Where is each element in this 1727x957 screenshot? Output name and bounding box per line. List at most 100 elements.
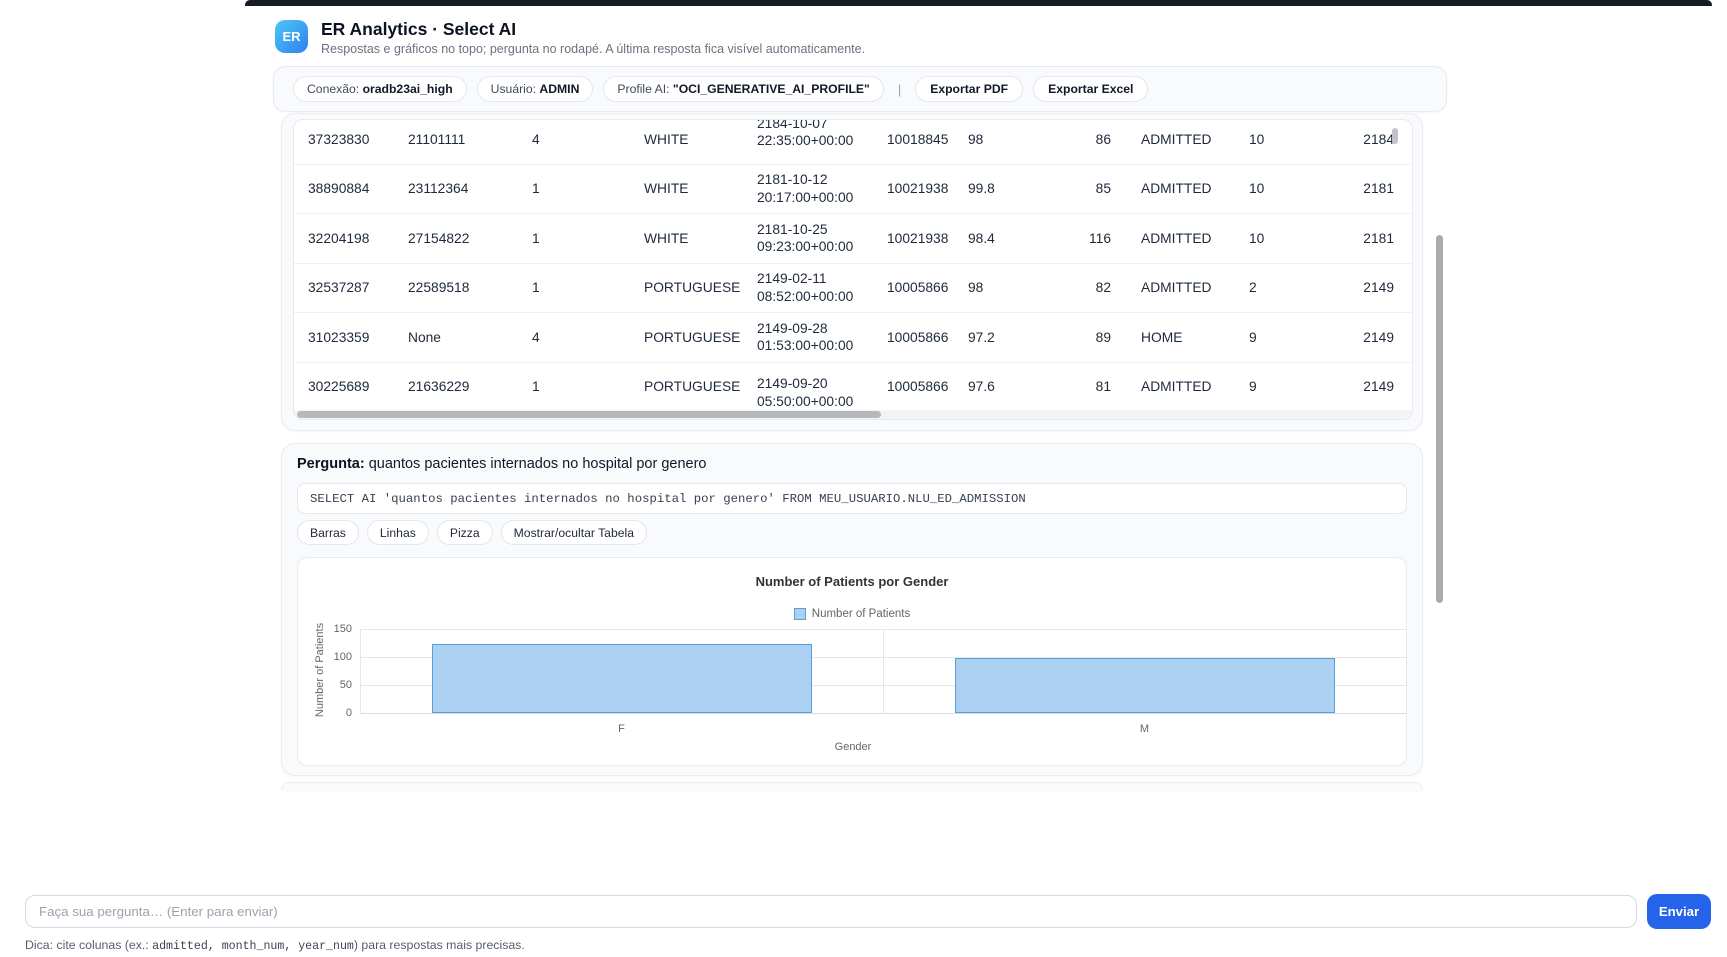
table-cell: 2149 — [1335, 329, 1413, 347]
x-tick-label: M — [1125, 723, 1165, 735]
table-cell: 38890884 — [294, 180, 394, 198]
table-cell: 10005866 — [873, 279, 954, 297]
table-cell: 10018845 — [873, 131, 954, 149]
table-cell: 2184-10-07 22:35:00+00:00 — [743, 119, 873, 150]
toolbar: Conexão: oradb23ai_high Usuário: ADMIN P… — [273, 66, 1447, 112]
question-line: Pergunta: quantos pacientes internados n… — [297, 456, 1407, 472]
page-scrollbar[interactable] — [1436, 235, 1443, 603]
table-cell: 27154822 — [394, 230, 518, 248]
table-cell: PORTUGUESE — [630, 279, 743, 297]
table-row: 30225689216362291PORTUGUESE2149-09-20 05… — [294, 363, 1412, 413]
table-cell: 10005866 — [873, 329, 954, 347]
bar-chart-card: Number of Patients por Gender Number of … — [297, 557, 1407, 766]
table-cell: 9 — [1235, 329, 1335, 347]
table-cell: 98 — [954, 279, 1014, 297]
toolbar-separator: | — [894, 82, 905, 97]
table-cell: 9 — [1235, 378, 1335, 396]
table-cell: 2149-09-28 01:53:00+00:00 — [743, 320, 873, 355]
question-input[interactable] — [25, 895, 1637, 928]
table-cell: 85 — [1014, 180, 1111, 198]
table-row: 37323830211011114WHITE2184-10-07 22:35:0… — [294, 119, 1412, 165]
sql-query-box: SELECT AI 'quantos pacientes internados … — [297, 483, 1407, 514]
chip-mostrar-ocultar-tabela[interactable]: Mostrar/ocultar Tabela — [501, 520, 647, 545]
table-cell: 4 — [518, 131, 630, 149]
gridline-y — [360, 713, 1406, 714]
chip-linhas[interactable]: Linhas — [367, 520, 429, 545]
question-text: quantos pacientes internados no hospital… — [365, 456, 707, 472]
chip-pizza[interactable]: Pizza — [437, 520, 493, 545]
gridline-x — [1406, 629, 1407, 713]
app-window: ER ER Analytics · Select AI Respostas e … — [0, 0, 1727, 957]
table-cell: 2184 — [1335, 131, 1413, 149]
table-cell: 1 — [518, 279, 630, 297]
table-cell: 98.4 — [954, 230, 1014, 248]
table-cell: 2149 — [1335, 378, 1413, 396]
table-cell: 86 — [1014, 131, 1111, 149]
table-cell: 81 — [1014, 378, 1111, 396]
table-cell: WHITE — [630, 230, 743, 248]
table-cell: 116 — [1014, 230, 1111, 248]
table-cell: 98 — [954, 131, 1014, 149]
table-cell: 10 — [1235, 180, 1335, 198]
table-cell: 10 — [1235, 131, 1335, 149]
chart-type-buttons: Barras Linhas Pizza Mostrar/ocultar Tabela — [297, 520, 647, 545]
table-cell: WHITE — [630, 180, 743, 198]
page-title: ER Analytics · Select AI — [321, 19, 516, 40]
next-answer-peek — [281, 782, 1423, 790]
gridline-x — [360, 629, 361, 713]
table-cell: 21636229 — [394, 378, 518, 396]
table-rows: 37323830211011114WHITE2184-10-07 22:35:0… — [294, 119, 1412, 412]
table-cell: 10021938 — [873, 230, 954, 248]
y-axis-title: Number of Patients — [314, 622, 326, 718]
table-cell: 4 — [518, 329, 630, 347]
chip-barras[interactable]: Barras — [297, 520, 359, 545]
user-badge: Usuário: ADMIN — [477, 76, 594, 102]
bar-M — [955, 658, 1335, 713]
table-cell: 31023359 — [294, 329, 394, 347]
bar-chart-plot: 050100150FM — [298, 558, 1406, 765]
result-table[interactable]: 37323830211011114WHITE2184-10-07 22:35:0… — [293, 119, 1413, 420]
page-subtitle: Respostas e gráficos no topo; pergunta n… — [321, 42, 865, 56]
table-cell: 32537287 — [294, 279, 394, 297]
table-cell: 2181-10-12 20:17:00+00:00 — [743, 171, 873, 206]
table-cell: WHITE — [630, 131, 743, 149]
question-label: Pergunta: — [297, 456, 365, 472]
table-cell: 97.6 — [954, 378, 1014, 396]
table-cell: 37323830 — [294, 131, 394, 149]
gridline-x — [883, 629, 884, 713]
x-axis-title: Gender — [298, 741, 1408, 753]
send-button[interactable]: Enviar — [1647, 894, 1711, 929]
table-cell: PORTUGUESE — [630, 329, 743, 347]
hint-text: Dica: cite colunas (ex.: admitted, month… — [25, 938, 525, 953]
table-cell: 2149-02-11 08:52:00+00:00 — [743, 270, 873, 305]
table-cell: ADMITTED — [1111, 378, 1235, 396]
table-cell: ADMITTED — [1111, 131, 1235, 149]
table-vertical-scrollbar[interactable] — [1392, 128, 1398, 144]
export-excel-button[interactable]: Exportar Excel — [1033, 76, 1148, 102]
table-cell: 22589518 — [394, 279, 518, 297]
table-row: 38890884231123641WHITE2181-10-12 20:17:0… — [294, 165, 1412, 215]
table-cell: 30225689 — [294, 378, 394, 396]
table-cell: 21101111 — [394, 131, 518, 149]
table-row: 32537287225895181PORTUGUESE2149-02-11 08… — [294, 264, 1412, 314]
table-cell: 10021938 — [873, 180, 954, 198]
table-cell: 2 — [1235, 279, 1335, 297]
table-cell: 1 — [518, 230, 630, 248]
table-cell: 2149 — [1335, 279, 1413, 297]
table-cell: 2181 — [1335, 180, 1413, 198]
table-cell: 1 — [518, 180, 630, 198]
table-horizontal-scrollbar-thumb[interactable] — [297, 411, 881, 418]
table-row: 32204198271548221WHITE2181-10-25 09:23:0… — [294, 214, 1412, 264]
table-cell: 23112364 — [394, 180, 518, 198]
table-cell: 1 — [518, 378, 630, 396]
table-horizontal-scrollbar[interactable] — [294, 410, 1412, 419]
table-cell: 10005866 — [873, 378, 954, 396]
export-pdf-button[interactable]: Exportar PDF — [915, 76, 1023, 102]
table-cell: 10 — [1235, 230, 1335, 248]
app-logo: ER — [275, 20, 308, 53]
table-cell: 32204198 — [294, 230, 394, 248]
table-cell: 2181 — [1335, 230, 1413, 248]
table-cell: 99.8 — [954, 180, 1014, 198]
table-cell: 82 — [1014, 279, 1111, 297]
table-cell: 89 — [1014, 329, 1111, 347]
